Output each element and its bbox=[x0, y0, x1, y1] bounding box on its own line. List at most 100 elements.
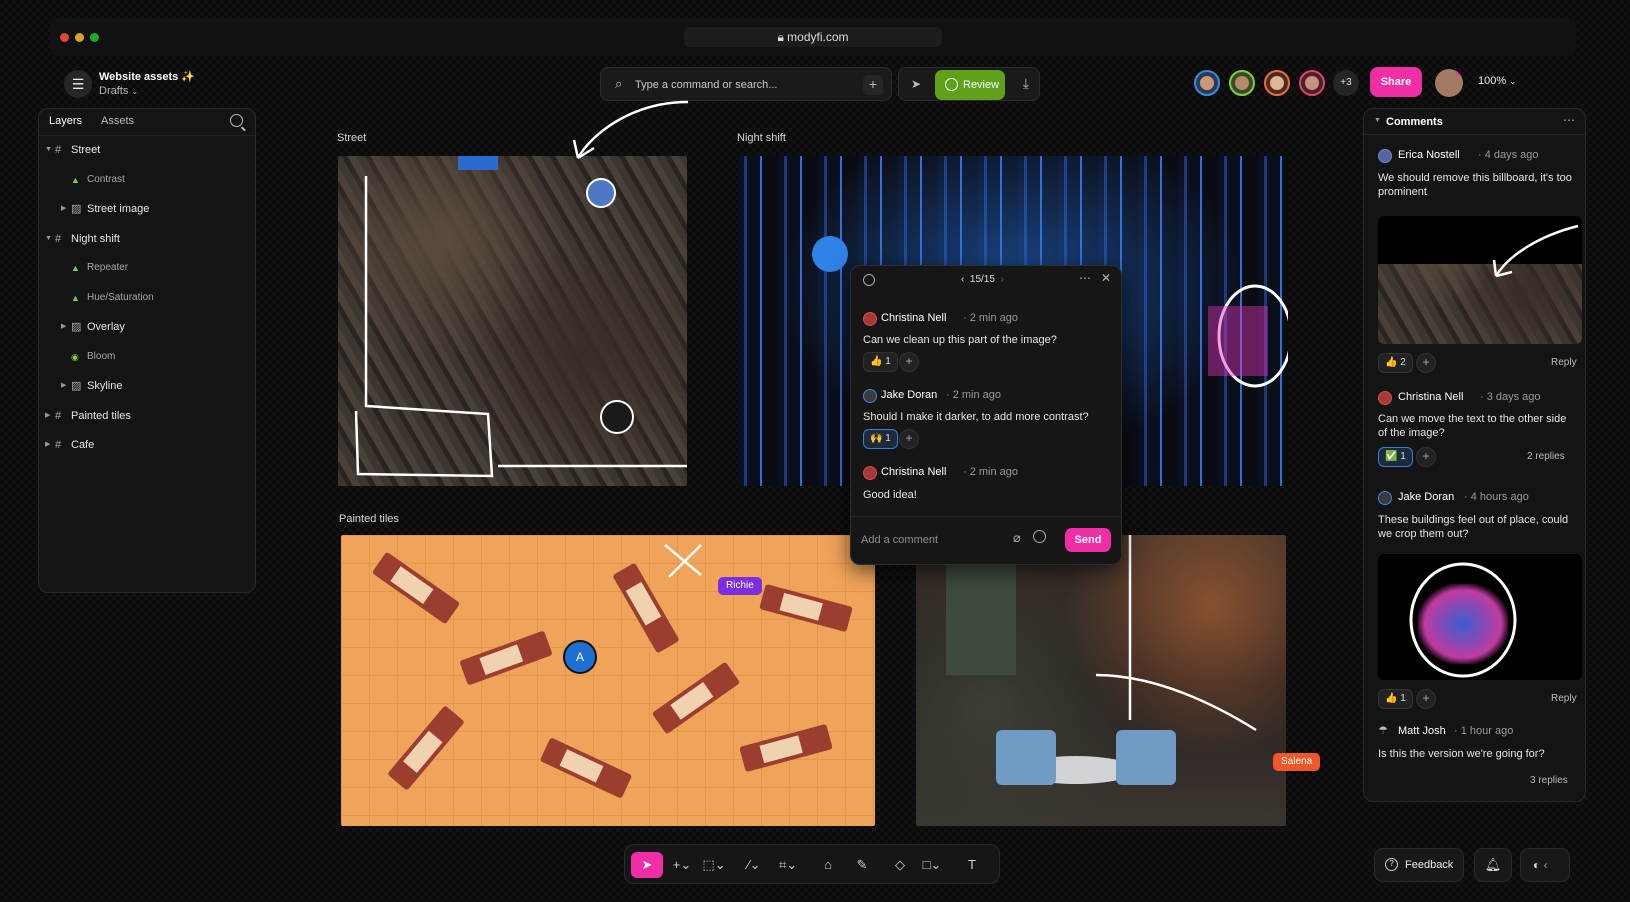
close-window-dot[interactable] bbox=[60, 33, 69, 42]
feedback-button[interactable]: ? Feedback bbox=[1374, 848, 1464, 882]
collaborator-avatar[interactable] bbox=[1264, 70, 1290, 96]
layer-row[interactable]: ▼ # Street bbox=[39, 139, 255, 161]
maximize-window-dot[interactable] bbox=[90, 33, 99, 42]
pointer-mode-icon[interactable]: ➤ bbox=[911, 77, 921, 91]
comment-thumbnail[interactable] bbox=[1378, 554, 1582, 680]
text-tool-button[interactable]: T bbox=[959, 854, 985, 876]
reaction-chip[interactable]: 👍 1 bbox=[1378, 689, 1413, 709]
reply-link[interactable]: Reply bbox=[1551, 357, 1577, 368]
collapse-toggle-icon[interactable]: ▼ bbox=[45, 139, 52, 161]
replies-link[interactable]: 3 replies bbox=[1530, 775, 1568, 786]
download-icon[interactable]: ⤓ bbox=[1023, 75, 1029, 92]
layer-label: Hue/Saturation bbox=[87, 291, 154, 303]
layer-row[interactable]: ▲ Repeater bbox=[39, 257, 255, 279]
comment-pin-avatar[interactable] bbox=[586, 178, 616, 208]
frame-label-painted-tiles[interactable]: Painted tiles bbox=[339, 513, 399, 525]
chevron-right-icon[interactable]: › bbox=[1001, 274, 1004, 285]
expand-toggle-icon[interactable]: ▶ bbox=[61, 198, 66, 220]
pencil-tool-button[interactable]: ✎ bbox=[849, 854, 875, 876]
attachment-icon[interactable]: ⌀ bbox=[1013, 530, 1021, 546]
share-button[interactable]: Share bbox=[1370, 67, 1422, 97]
search-icon[interactable] bbox=[230, 114, 243, 127]
replies-link[interactable]: 2 replies bbox=[1527, 451, 1565, 462]
add-reaction-button[interactable]: + bbox=[1416, 689, 1436, 709]
emoji-icon[interactable] bbox=[1033, 530, 1046, 543]
expand-toggle-icon[interactable]: ▶ bbox=[45, 405, 50, 427]
more-collaborators-badge[interactable]: +3 bbox=[1333, 70, 1359, 96]
add-reaction-button[interactable]: + bbox=[1416, 447, 1436, 467]
tag-tool-button[interactable]: ⌂ bbox=[815, 854, 841, 876]
layer-row[interactable]: ◉ Bloom bbox=[39, 346, 255, 368]
add-button[interactable]: + bbox=[863, 75, 883, 95]
cafe-frame-image[interactable] bbox=[916, 535, 1286, 826]
eraser-tool-button[interactable]: ◇ bbox=[887, 854, 913, 876]
comment-pin-avatar[interactable] bbox=[600, 400, 634, 434]
close-icon[interactable]: ✕ bbox=[1101, 271, 1111, 285]
add-tool-button[interactable]: +⌄ bbox=[669, 854, 695, 876]
add-reaction-button[interactable]: + bbox=[1416, 353, 1436, 373]
notifications-button[interactable]: 🔔︎ bbox=[1474, 848, 1512, 882]
avatar-face bbox=[1235, 76, 1249, 90]
command-input[interactable] bbox=[635, 76, 845, 94]
comment-input[interactable] bbox=[861, 531, 1001, 549]
shape-tool-button[interactable]: □⌄ bbox=[919, 854, 945, 876]
comment-author[interactable]: Christina Nell bbox=[1398, 391, 1463, 403]
expand-toggle-icon[interactable]: ▶ bbox=[61, 316, 66, 338]
add-reaction-button[interactable]: + bbox=[899, 429, 919, 449]
zoom-control[interactable]: 100% ⌄ bbox=[1478, 75, 1516, 87]
layer-row[interactable]: ▶ # Painted tiles bbox=[39, 405, 255, 427]
collaborator-avatar[interactable] bbox=[1299, 70, 1325, 96]
collapse-toggle-icon[interactable]: ▼ bbox=[45, 228, 52, 250]
comment-author[interactable]: Jake Doran bbox=[1398, 491, 1454, 503]
layer-row[interactable]: ▶ ▨ Skyline bbox=[39, 375, 255, 397]
layer-row[interactable]: ▶ ▨ Overlay bbox=[39, 316, 255, 338]
comment-author[interactable]: Erica Nostell bbox=[1398, 149, 1460, 161]
reaction-chip[interactable]: 🙌 1 bbox=[863, 429, 898, 449]
chevron-left-icon[interactable]: ‹ bbox=[961, 274, 964, 285]
url-bar[interactable]: 🔒︎ modyfi.com bbox=[684, 27, 942, 47]
expand-toggle-icon[interactable]: ▶ bbox=[61, 375, 66, 397]
frame-label-street[interactable]: Street bbox=[337, 132, 366, 144]
select-tool-button[interactable]: ➤ bbox=[631, 852, 663, 878]
comment-pin-active[interactable] bbox=[812, 236, 848, 272]
reaction-chip[interactable]: 👍 2 bbox=[1378, 353, 1413, 373]
commenter-avatar bbox=[863, 466, 877, 480]
add-reaction-button[interactable]: + bbox=[899, 352, 919, 372]
crop-tool-button[interactable]: ⌗⌄ bbox=[775, 854, 801, 876]
street-frame-image[interactable] bbox=[338, 156, 687, 486]
project-location[interactable]: Drafts ⌄ bbox=[99, 85, 138, 97]
user-avatar[interactable] bbox=[1435, 69, 1463, 97]
resolve-icon[interactable] bbox=[863, 274, 875, 286]
expand-toggle-icon[interactable]: ▶ bbox=[45, 434, 50, 456]
collaborator-avatar[interactable] bbox=[1194, 70, 1220, 96]
painted-tiles-frame-image[interactable]: A Richie bbox=[341, 535, 875, 826]
collaborator-avatar[interactable] bbox=[1229, 70, 1255, 96]
project-title[interactable]: Website assets ✨ bbox=[99, 70, 195, 83]
magic-wand-tool-button[interactable]: ⁄⌄ bbox=[741, 854, 767, 876]
more-options-icon[interactable]: ⋯ bbox=[1079, 271, 1091, 285]
browser-chrome: 🔒︎ modyfi.com bbox=[50, 18, 1576, 56]
comment-pin-a[interactable]: A bbox=[563, 640, 597, 674]
comment-author[interactable]: Matt Josh bbox=[1398, 725, 1446, 737]
layer-row[interactable]: ▶ ▨ Street image bbox=[39, 198, 255, 220]
reply-link[interactable]: Reply bbox=[1551, 693, 1577, 704]
reaction-chip[interactable]: ✅ 1 bbox=[1378, 447, 1413, 467]
review-mode-button[interactable]: Review bbox=[935, 70, 1005, 100]
collapse-toggle-icon[interactable]: ▼ bbox=[1374, 117, 1381, 124]
tab-assets[interactable]: Assets bbox=[101, 115, 134, 127]
marquee-tool-button[interactable]: ⬚⌄ bbox=[701, 854, 727, 876]
comment-composer: ⌀ Send bbox=[851, 516, 1121, 564]
layer-row[interactable]: ▲ Hue/Saturation bbox=[39, 287, 255, 309]
layer-row[interactable]: ▶ # Cafe bbox=[39, 434, 255, 456]
send-button[interactable]: Send bbox=[1065, 528, 1111, 552]
minimize-window-dot[interactable] bbox=[75, 33, 84, 42]
frame-label-night-shift[interactable]: Night shift bbox=[737, 132, 786, 144]
main-menu-button[interactable]: ☰ bbox=[64, 70, 92, 98]
tab-layers[interactable]: Layers bbox=[49, 115, 82, 127]
panel-toggle-button[interactable]: ◐ ‹ bbox=[1520, 848, 1570, 882]
more-options-icon[interactable]: ⋯ bbox=[1563, 113, 1575, 127]
reaction-chip[interactable]: 👍 1 bbox=[863, 352, 898, 372]
layer-row[interactable]: ▼ # Night shift bbox=[39, 228, 255, 250]
comment-thumbnail[interactable] bbox=[1378, 216, 1582, 344]
layer-row[interactable]: ▲ Contrast bbox=[39, 169, 255, 191]
